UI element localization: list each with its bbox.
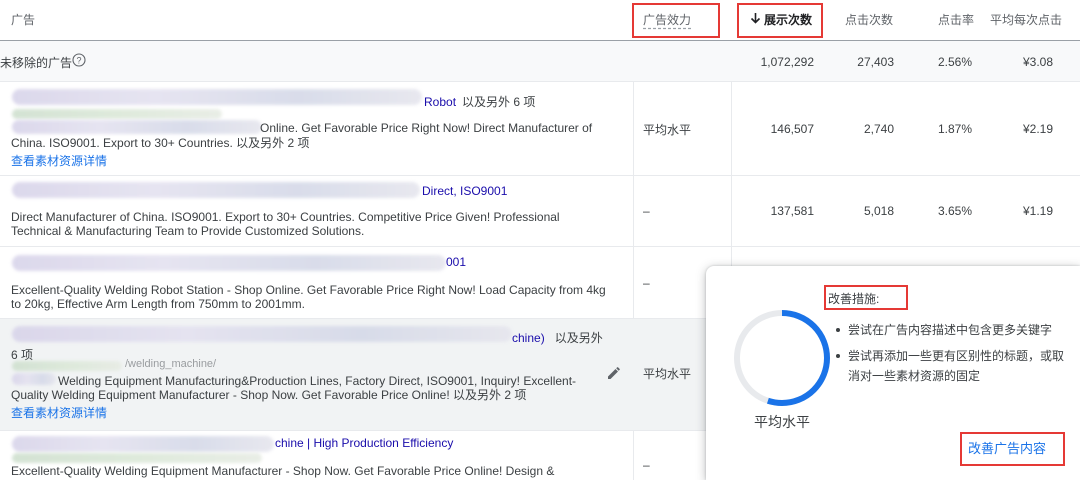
redacted-headline [12, 255, 446, 271]
avg-cpc-cell: ¥2.19 [1022, 122, 1053, 136]
ad-headline[interactable]: chine | High Production Efficiency [275, 436, 453, 450]
ctr-cell: 3.65% [937, 204, 972, 218]
ad-description: Excellent-Quality Welding Equipment Manu… [11, 464, 555, 478]
ad-effectiveness-popup: 平均水平 改善措施: 尝试在广告内容描述中包含更多关键字 尝试再添加一些更有区别… [706, 266, 1080, 480]
ad-description: Online. Get Favorable Price Right Now! D… [260, 121, 593, 135]
redacted-description [12, 120, 262, 134]
tips-list: 尝试在广告内容描述中包含更多关键字 尝试再添加一些更有区别性的标题，或取消对一些… [836, 320, 1066, 392]
ad-effectiveness: – [643, 276, 650, 290]
display-url: /welding_machine/ [125, 358, 217, 370]
header-ad: 广告 [11, 13, 36, 27]
ad-description: Welding Equipment Manufacturing&Producti… [58, 374, 577, 388]
redacted-headline [12, 182, 420, 198]
header-avg-cpc[interactable]: 平均每次点击 [990, 0, 1080, 40]
description-text: China. ISO9001. Export to 30+ Countries. [11, 136, 233, 150]
ad-effectiveness: – [643, 458, 650, 472]
highlight-box [960, 432, 1065, 466]
redacted-description [12, 373, 56, 385]
redacted-url [12, 109, 222, 119]
summary-ctr: 2.56% [937, 55, 972, 69]
ad-description-line2: Technical & Manufacturing Team to Provid… [11, 224, 365, 238]
ad-headline[interactable]: Direct, ISO9001 [422, 184, 507, 198]
highlight-box [824, 285, 908, 310]
ad-description: Direct Manufacturer of China. ISO9001. E… [11, 210, 560, 224]
tip-item: 尝试在广告内容描述中包含更多关键字 [836, 320, 1066, 340]
view-asset-details-link[interactable]: 查看素材资源详情 [11, 404, 107, 421]
effectiveness-ring [734, 310, 830, 406]
tip-item: 尝试再添加一些更有区别性的标题，或取消对一些素材资源的固定 [836, 346, 1066, 386]
ad-effectiveness: 平均水平 [643, 123, 692, 137]
svg-text:?: ? [76, 56, 81, 66]
summary-row: 未移除的广告 ? 1,072,292 27,403 2.56% ¥3.08 [0, 41, 1080, 82]
redacted-headline [12, 326, 512, 342]
ad-headline[interactable]: chine) 以及另外 [512, 329, 603, 346]
summary-avg-cpc: ¥3.08 [1022, 55, 1053, 69]
table-row[interactable]: Robot 以及另外 6 项 Online. Get Favorable Pric… [0, 82, 1080, 176]
ctr-cell: 1.87% [937, 122, 972, 136]
ad-effectiveness: 平均水平 [643, 367, 692, 381]
highlight-box [632, 3, 720, 38]
headline-more: 以及另外 6 项 [462, 95, 536, 109]
redacted-url [12, 361, 122, 371]
ad-description-line2: Quality Welding Equipment Manufacturer -… [11, 388, 601, 403]
description-more: 以及另外 2 项 [453, 388, 527, 402]
pencil-icon[interactable] [606, 365, 622, 381]
impressions-cell: 137,581 [770, 204, 814, 218]
header-clicks[interactable]: 点击次数 [845, 0, 893, 40]
ad-headline[interactable]: 001 [446, 255, 466, 269]
headline-more: 以及另外 [554, 331, 603, 345]
summary-impressions: 1,072,292 [760, 55, 814, 69]
headline-text: chine) [512, 331, 545, 345]
help-circle-icon[interactable]: ? [72, 53, 86, 72]
impressions-cell: 146,507 [770, 122, 814, 136]
clicks-cell: 5,018 [863, 204, 894, 218]
ad-effectiveness: – [643, 204, 650, 218]
headline-text: Robot [424, 95, 457, 109]
ad-description-line2: to 20kg, Effective Arm Length from 750mm… [11, 297, 305, 311]
table-row[interactable]: Direct, ISO9001 Direct Manufacturer of C… [0, 176, 1080, 247]
clicks-cell: 2,740 [863, 122, 894, 136]
redacted-headline [12, 436, 274, 452]
redacted-url [12, 453, 262, 463]
summary-clicks: 27,403 [857, 55, 894, 69]
view-asset-details-link[interactable]: 查看素材资源详情 [11, 152, 107, 169]
ad-description: Excellent-Quality Welding Robot Station … [11, 283, 606, 297]
redacted-headline [12, 89, 422, 105]
description-more: 以及另外 2 项 [236, 136, 310, 150]
highlight-box [737, 3, 823, 38]
effectiveness-level: 平均水平 [754, 414, 810, 430]
avg-cpc-cell: ¥1.19 [1022, 204, 1053, 218]
ad-headline[interactable]: Robot 以及另外 6 项 [424, 93, 535, 110]
description-text: Quality Welding Equipment Manufacturer -… [11, 388, 450, 402]
summary-label: 未移除的广告 [0, 56, 73, 70]
header-ctr[interactable]: 点击率 [938, 0, 974, 40]
ad-description-line2: China. ISO9001. Export to 30+ Countries.… [11, 136, 601, 151]
table-header: 广告 广告效力 展示次数 点击次数 点击率 平均每次点击 [0, 0, 1080, 41]
